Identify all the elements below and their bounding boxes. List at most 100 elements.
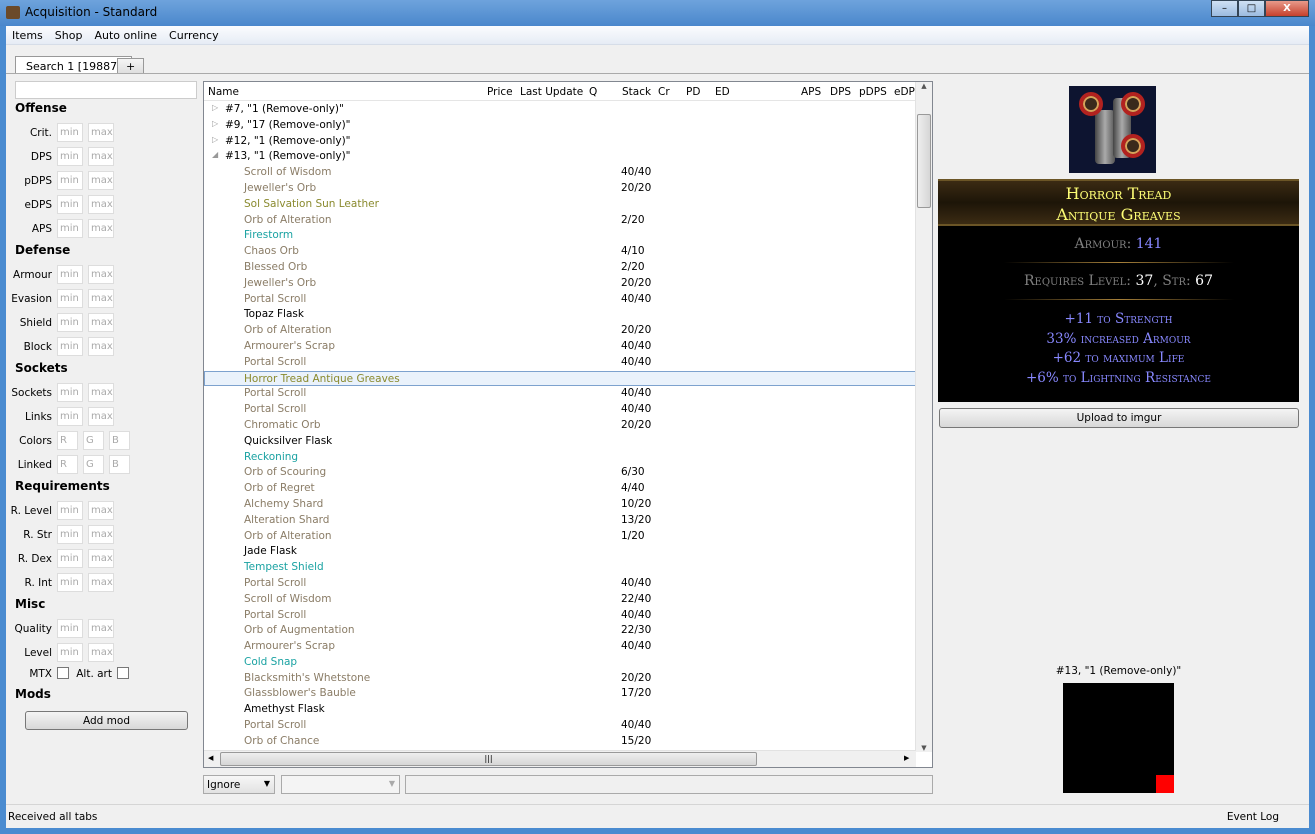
scroll-down-icon[interactable]: ▼ [916, 744, 932, 752]
column-header-pd[interactable]: PD [686, 86, 700, 98]
expanded-arrow-icon[interactable]: ◢ [212, 150, 218, 159]
item-row[interactable]: Amethyst Flask [204, 702, 916, 718]
filter-color-input[interactable]: B [109, 455, 130, 474]
filter-max-input[interactable]: max [88, 171, 114, 190]
filter-min-input[interactable]: min [57, 573, 83, 592]
column-header-price[interactable]: Price [487, 86, 513, 98]
item-row[interactable]: Portal Scroll 40/40 [204, 718, 916, 734]
item-row[interactable]: Orb of Alteration 2/20 [204, 213, 916, 229]
filter-min-input[interactable]: min [57, 383, 83, 402]
vertical-scroll-thumb[interactable] [917, 114, 931, 208]
item-row[interactable]: Portal Scroll 40/40 [204, 355, 916, 371]
item-row[interactable]: Alchemy Shard 10/20 [204, 497, 916, 513]
filter-max-input[interactable]: max [88, 573, 114, 592]
item-row[interactable]: Armourer's Scrap 40/40 [204, 339, 916, 355]
item-row[interactable]: Blacksmith's Whetstone 20/20 [204, 671, 916, 687]
filter-max-input[interactable]: max [88, 289, 114, 308]
item-row[interactable]: Chaos Orb 4/10 [204, 244, 916, 260]
item-row[interactable]: Glassblower's Bauble 17/20 [204, 686, 916, 702]
maximize-button[interactable]: □ [1238, 0, 1265, 17]
tab-row[interactable]: ▷ #7, "1 (Remove-only)" [204, 102, 916, 118]
column-header-q[interactable]: Q [589, 86, 597, 98]
item-row[interactable]: Scroll of Wisdom 22/40 [204, 592, 916, 608]
item-row[interactable]: Armourer's Scrap 40/40 [204, 639, 916, 655]
filter-color-input[interactable]: R [57, 431, 78, 450]
scroll-up-icon[interactable]: ▲ [916, 82, 932, 90]
filter-min-input[interactable]: min [57, 265, 83, 284]
item-row[interactable]: Portal Scroll 40/40 [204, 576, 916, 592]
filter-color-input[interactable]: G [83, 455, 104, 474]
filter-min-input[interactable]: min [57, 147, 83, 166]
minimize-button[interactable]: – [1211, 0, 1238, 17]
column-header-name[interactable]: Name [208, 86, 239, 98]
filter-max-input[interactable]: max [88, 383, 114, 402]
item-row[interactable]: Portal Scroll 40/40 [204, 292, 916, 308]
item-row[interactable]: Portal Scroll 40/40 [204, 386, 916, 402]
search-input[interactable] [15, 81, 197, 99]
item-row[interactable]: Scroll of Wisdom 40/40 [204, 165, 916, 181]
filter-color-input[interactable]: B [109, 431, 130, 450]
item-row[interactable]: Orb of Scouring 6/30 [204, 465, 916, 481]
item-row[interactable]: Firestorm [204, 228, 916, 244]
item-row[interactable]: Blessed Orb 2/20 [204, 260, 916, 276]
scroll-right-icon[interactable]: ▶ [904, 754, 909, 762]
filter-min-input[interactable]: min [57, 619, 83, 638]
column-header-last-update[interactable]: Last Update [520, 86, 583, 98]
filter-color-input[interactable]: G [83, 431, 104, 450]
event-log-button[interactable]: Event Log [1227, 811, 1279, 823]
item-row[interactable]: Orb of Alteration 20/20 [204, 323, 916, 339]
item-row[interactable]: Orb of Chance 15/20 [204, 734, 916, 750]
filter-max-input[interactable]: max [88, 619, 114, 638]
item-row[interactable]: Jeweller's Orb 20/20 [204, 276, 916, 292]
filter-min-input[interactable]: min [57, 171, 83, 190]
filter-max-input[interactable]: max [88, 337, 114, 356]
column-header-stack[interactable]: Stack [622, 86, 651, 98]
tab-row[interactable]: ▷ #12, "1 (Remove-only)" [204, 134, 916, 150]
column-header-cr[interactable]: Cr [658, 86, 670, 98]
item-row[interactable]: Cold Snap [204, 655, 916, 671]
menu-auto-online[interactable]: Auto online [88, 26, 163, 42]
price-input[interactable] [405, 775, 933, 794]
column-header-aps[interactable]: APS [801, 86, 821, 98]
filter-min-input[interactable]: min [57, 407, 83, 426]
menu-items[interactable]: Items [6, 26, 49, 42]
item-row[interactable]: Chromatic Orb 20/20 [204, 418, 916, 434]
filter-min-input[interactable]: min [57, 525, 83, 544]
filter-max-input[interactable]: max [88, 549, 114, 568]
close-button[interactable]: X [1265, 0, 1309, 17]
filter-min-input[interactable]: min [57, 643, 83, 662]
item-row[interactable]: Topaz Flask [204, 307, 916, 323]
add-mod-button[interactable]: Add mod [25, 711, 188, 730]
filter-color-input[interactable]: R [57, 455, 78, 474]
item-row[interactable]: Horror Tread Antique Greaves [204, 370, 916, 387]
item-row[interactable]: Jade Flask [204, 544, 916, 560]
item-row[interactable]: Portal Scroll 40/40 [204, 608, 916, 624]
new-tab-button[interactable]: + [117, 58, 145, 74]
filter-max-input[interactable]: max [88, 525, 114, 544]
filter-max-input[interactable]: max [88, 265, 114, 284]
collapsed-arrow-icon[interactable]: ▷ [212, 103, 218, 112]
item-row[interactable]: Portal Scroll 40/40 [204, 402, 916, 418]
filter-min-input[interactable]: min [57, 501, 83, 520]
item-row[interactable]: Orb of Alteration 1/20 [204, 529, 916, 545]
collapsed-arrow-icon[interactable]: ▷ [212, 135, 218, 144]
upload-imgur-button[interactable]: Upload to imgur [939, 408, 1299, 428]
column-header-dps[interactable]: DPS [830, 86, 851, 98]
filter-min-input[interactable]: min [57, 549, 83, 568]
filter-max-input[interactable]: max [88, 195, 114, 214]
filter-max-input[interactable]: max [88, 147, 114, 166]
filter-max-input[interactable]: max [88, 501, 114, 520]
items-tree[interactable]: Name Price Last Update Q Stack Cr PD ED APS DPS pD… [203, 81, 933, 768]
action-combo[interactable]: Ignore ▼ [203, 775, 275, 794]
tab-row[interactable]: ◢ #13, "1 (Remove-only)" [204, 149, 916, 165]
filter-max-input[interactable]: max [88, 407, 114, 426]
filter-min-input[interactable]: min [57, 289, 83, 308]
filter-max-input[interactable]: max [88, 219, 114, 238]
collapsed-arrow-icon[interactable]: ▷ [212, 119, 218, 128]
menu-shop[interactable]: Shop [49, 26, 89, 42]
horizontal-scroll-thumb[interactable]: ||| [220, 752, 757, 766]
filter-min-input[interactable]: min [57, 123, 83, 142]
filter-max-input[interactable]: max [88, 643, 114, 662]
column-header-pdps[interactable]: pDPS [859, 86, 887, 98]
menu-currency[interactable]: Currency [163, 26, 225, 42]
